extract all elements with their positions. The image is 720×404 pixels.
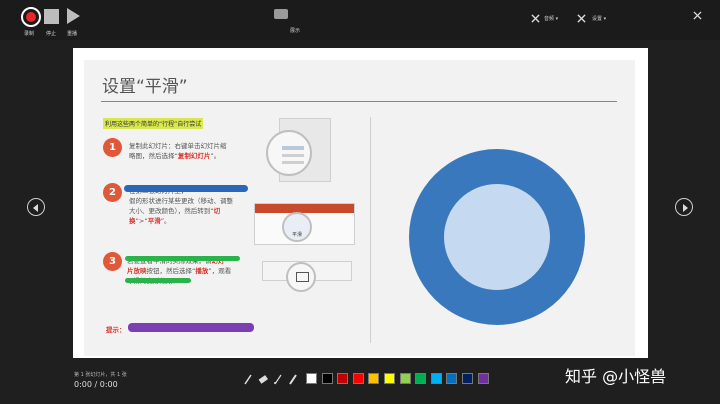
color-swatch[interactable] <box>306 373 317 384</box>
replay-label: 重播 <box>67 31 78 37</box>
step-number-3: 3 <box>103 252 122 271</box>
camera-label: 展示 <box>290 28 301 34</box>
mic-label[interactable]: 音频 ▾ <box>544 15 558 22</box>
step-1-text: 复制此幻灯片：右键单击幻灯片缩 略图，然后选择“复制幻灯片”。 <box>129 142 227 160</box>
camera-off-icon[interactable] <box>577 14 586 23</box>
slide-title: 设置“平滑” <box>102 77 188 97</box>
recording-toolbar <box>0 0 720 40</box>
title-underline <box>101 101 617 102</box>
tip-label: 提示： <box>106 326 126 334</box>
laser-pointer-icon[interactable] <box>243 373 253 385</box>
color-swatch[interactable] <box>321 373 333 384</box>
purple-scribble <box>128 323 254 332</box>
morph-magnifier: 平滑 <box>282 212 312 242</box>
pen-icon[interactable] <box>273 373 283 385</box>
stop-button[interactable] <box>44 9 59 24</box>
color-swatch[interactable] <box>352 373 364 384</box>
blue-scribble <box>124 185 248 192</box>
step-2-text: 在第二张幻灯片上， 假的形状进行某些更改（移动、调整 大小、更改颜色），然后转到… <box>129 187 233 225</box>
color-swatch[interactable] <box>337 373 349 384</box>
eraser-icon[interactable] <box>258 373 268 385</box>
previous-slide-button[interactable] <box>27 198 45 216</box>
timer: 0:00 / 0:00 <box>74 380 118 389</box>
color-swatch[interactable] <box>446 373 458 384</box>
step-number-1: 1 <box>103 138 122 157</box>
record-button[interactable] <box>21 7 41 27</box>
color-swatch[interactable] <box>430 373 442 384</box>
replay-button[interactable] <box>67 8 80 24</box>
next-slide-button[interactable] <box>675 198 693 216</box>
mic-mute-icon[interactable] <box>531 14 540 23</box>
color-swatch[interactable] <box>384 373 395 384</box>
settings-dropdown[interactable]: 设置 ▾ <box>592 15 606 22</box>
record-label: 录制 <box>24 31 35 37</box>
step-number-2: 2 <box>103 183 122 202</box>
color-swatch[interactable] <box>462 373 473 384</box>
donut-shape <box>409 149 585 325</box>
record-icon <box>26 12 36 22</box>
color-swatch[interactable] <box>415 373 427 384</box>
green-scribble-top <box>125 256 240 261</box>
color-swatch[interactable] <box>477 373 489 384</box>
color-swatch[interactable] <box>368 373 380 384</box>
slideshow-magnifier <box>286 262 316 292</box>
close-icon[interactable] <box>693 11 702 20</box>
watermark-text: 知乎 @小怪兽 <box>565 367 667 386</box>
color-swatch[interactable] <box>399 373 411 384</box>
stop-label: 停止 <box>46 31 57 37</box>
context-menu-magnifier <box>266 130 312 176</box>
presenter-camera-icon[interactable] <box>274 9 288 19</box>
chevron-left-icon <box>33 204 38 212</box>
green-scribble-bottom <box>125 278 191 283</box>
highlighter-icon[interactable] <box>288 373 298 385</box>
chevron-right-icon <box>683 204 688 212</box>
slide-divider <box>370 117 371 343</box>
slide-counter: 第 1 张幻灯片，共 1 张 <box>74 372 127 378</box>
intro-text: 利用这些两个简单的“行程”自行尝试 <box>103 118 204 129</box>
donut-inner-circle <box>444 184 550 290</box>
